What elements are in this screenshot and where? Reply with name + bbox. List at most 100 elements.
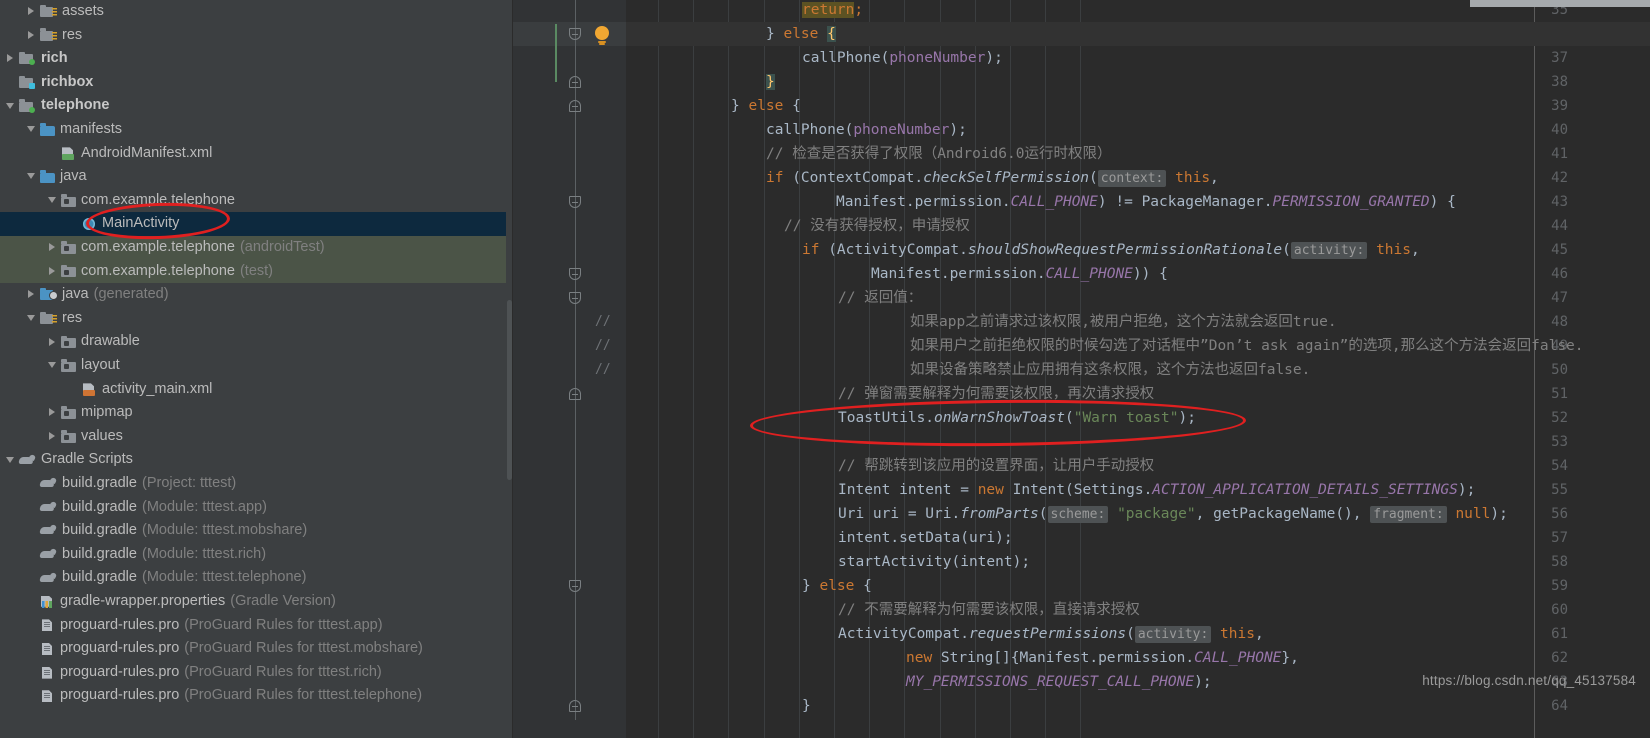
fold-toggle-down[interactable]: [569, 28, 582, 41]
code-line[interactable]: 如果设备策略禁止应用拥有这条权限，这个方法也返回false.: [910, 358, 1310, 382]
fold-toggle-up[interactable]: [569, 388, 582, 401]
tree-row[interactable]: res: [0, 24, 513, 48]
tree-expand-arrow[interactable]: [48, 196, 57, 205]
tree-row[interactable]: res: [0, 307, 513, 331]
tree-row[interactable]: proguard-rules.pro (ProGuard Rules for tt…: [0, 684, 513, 708]
code-line[interactable]: MY_PERMISSIONS_REQUEST_CALL_PHONE);: [906, 670, 1212, 694]
tree-expand-arrow[interactable]: [27, 30, 36, 40]
tree-item-label: java: [60, 168, 87, 185]
code-line[interactable]: // 弹窗需要解释为何需要该权限，再次请求授权: [838, 382, 1154, 406]
tree-row[interactable]: rich: [0, 47, 513, 71]
code-line[interactable]: // 返回值：: [838, 286, 922, 310]
tree-row[interactable]: com.example.telephone: [0, 189, 513, 213]
code-line[interactable]: } else {: [731, 94, 801, 118]
tree-row[interactable]: com.example.telephone (androidTest): [0, 236, 513, 260]
text-file-icon: [40, 618, 55, 632]
tree-row[interactable]: build.gradle (Module: tttest.rich): [0, 543, 513, 567]
tree-row[interactable]: MainActivity: [0, 212, 513, 236]
code-line[interactable]: // 帮跳转到该应用的设置界面，让用户手动授权: [838, 454, 1154, 478]
tree-expand-arrow[interactable]: [48, 266, 57, 276]
tree-expand-arrow[interactable]: [6, 102, 15, 111]
intention-bulb-icon[interactable]: [594, 26, 611, 45]
tree-expand-arrow[interactable]: [27, 290, 36, 299]
commented-block-marker: //: [595, 362, 611, 377]
code-line[interactable]: if (ActivityCompat.shouldShowRequestPerm…: [802, 238, 1420, 262]
tree-expand-arrow[interactable]: [48, 337, 57, 347]
tree-row[interactable]: richbox: [0, 71, 513, 95]
fold-toggle-up[interactable]: [569, 100, 582, 113]
code-line[interactable]: } else {: [802, 574, 872, 598]
code-line[interactable]: if (ContextCompat.checkSelfPermission(co…: [766, 166, 1219, 190]
tree-row[interactable]: proguard-rules.pro (ProGuard Rules for tt…: [0, 614, 513, 638]
tree-expand-arrow: [27, 550, 36, 559]
tree-expand-arrow[interactable]: [48, 432, 57, 441]
tree-expand-arrow[interactable]: [6, 456, 15, 465]
tree-row[interactable]: telephone: [0, 94, 513, 118]
tree-row[interactable]: activity_main.xml: [0, 378, 513, 402]
tree-row[interactable]: layout: [0, 354, 513, 378]
code-line[interactable]: // 不需要解释为何需要该权限，直接请求授权: [838, 598, 1140, 622]
tree-expand-arrow[interactable]: [48, 243, 57, 252]
tree-row[interactable]: build.gradle (Module: tttest.telephone): [0, 566, 513, 590]
code-line[interactable]: 如果app之前请求过该权限,被用户拒绝，这个方法就会返回true.: [910, 310, 1337, 334]
code-line[interactable]: intent.setData(uri);: [838, 526, 1013, 550]
code-line[interactable]: // 没有获得授权，申请授权: [784, 214, 970, 238]
fold-toggle-down[interactable]: [569, 292, 582, 305]
code-line[interactable]: } else {: [766, 22, 836, 46]
fold-toggle-up[interactable]: [569, 700, 582, 713]
tree-item-label: com.example.telephone: [81, 262, 235, 279]
fold-toggle-down[interactable]: [569, 580, 582, 593]
code-line[interactable]: startActivity(intent);: [838, 550, 1030, 574]
tree-row[interactable]: gradle-wrapper.properties (Gradle Version…: [0, 590, 513, 614]
tree-row[interactable]: manifests: [0, 118, 513, 142]
tree-expand-arrow[interactable]: [48, 361, 57, 370]
code-line[interactable]: }: [802, 694, 811, 718]
editor-horizontal-scrollbar[interactable]: [1470, 0, 1650, 7]
tree-expand-arrow[interactable]: [27, 172, 36, 181]
code-line[interactable]: ToastUtils.onWarnShowToast("Warn toast")…: [838, 406, 1196, 430]
package-folder-icon: [61, 359, 76, 372]
tree-row[interactable]: Gradle Scripts: [0, 448, 513, 472]
vcs-change-marker[interactable]: [555, 24, 557, 82]
tree-expand-arrow[interactable]: [27, 125, 36, 134]
project-tool-window[interactable]: assets res rich richbox telephone manifests An…: [0, 0, 513, 738]
fold-toggle-up[interactable]: [569, 76, 582, 89]
tree-expand-arrow: [27, 597, 36, 606]
code-line[interactable]: new String[]{Manifest.permission.CALL_PH…: [906, 646, 1299, 670]
tree-row[interactable]: build.gradle (Module: tttest.mobshare): [0, 519, 513, 543]
commented-block-marker: //: [595, 314, 611, 329]
tree-expand-arrow[interactable]: [6, 54, 15, 63]
code-line[interactable]: callPhone(phoneNumber);: [766, 118, 967, 142]
tree-item-subtitle: (androidTest): [239, 239, 325, 255]
tree-row[interactable]: AndroidManifest.xml: [0, 142, 513, 166]
code-line[interactable]: Intent intent = new Intent(Settings.ACTI…: [838, 478, 1475, 502]
tree-item-label: mipmap: [81, 404, 133, 421]
tree-row[interactable]: values: [0, 425, 513, 449]
code-area[interactable]: return;} else {callPhone(phoneNumber);}}…: [626, 0, 1650, 738]
tree-expand-arrow[interactable]: [27, 314, 36, 323]
tree-row[interactable]: java (generated): [0, 283, 513, 307]
code-line[interactable]: }: [766, 70, 775, 94]
tree-row[interactable]: assets: [0, 0, 513, 24]
tree-row[interactable]: proguard-rules.pro (ProGuard Rules for tt…: [0, 661, 513, 685]
tree-row[interactable]: java: [0, 165, 513, 189]
tree-row[interactable]: proguard-rules.pro (ProGuard Rules for tt…: [0, 637, 513, 661]
tree-row[interactable]: com.example.telephone (test): [0, 259, 513, 284]
code-line[interactable]: Manifest.permission.CALL_PHONE)) {: [871, 262, 1168, 286]
tree-expand-arrow[interactable]: [48, 408, 57, 417]
code-line[interactable]: callPhone(phoneNumber);: [802, 46, 1003, 70]
code-editor[interactable]: 3536373839404142434445464748//49//50//51…: [513, 0, 1650, 738]
fold-toggle-down[interactable]: [569, 268, 582, 281]
tree-row[interactable]: build.gradle (Project: tttest): [0, 472, 513, 496]
fold-toggle-down[interactable]: [569, 196, 582, 209]
tree-row[interactable]: mipmap: [0, 401, 513, 425]
code-line[interactable]: // 检查是否获得了权限（Android6.0运行时权限）: [766, 142, 1112, 166]
code-line[interactable]: return;: [802, 0, 863, 22]
code-line[interactable]: ActivityCompat.requestPermissions(activi…: [838, 622, 1264, 646]
tree-expand-arrow[interactable]: [27, 7, 36, 16]
code-line[interactable]: Uri uri = Uri.fromParts(scheme: "package…: [838, 502, 1508, 526]
code-line[interactable]: 如果用户之前拒绝权限的时候勾选了对话框中”Don’t ask again”的选项…: [910, 334, 1584, 358]
tree-row[interactable]: drawable: [0, 330, 513, 354]
tree-row[interactable]: build.gradle (Module: tttest.app): [0, 496, 513, 520]
code-line[interactable]: Manifest.permission.CALL_PHONE) != Packa…: [836, 190, 1456, 214]
